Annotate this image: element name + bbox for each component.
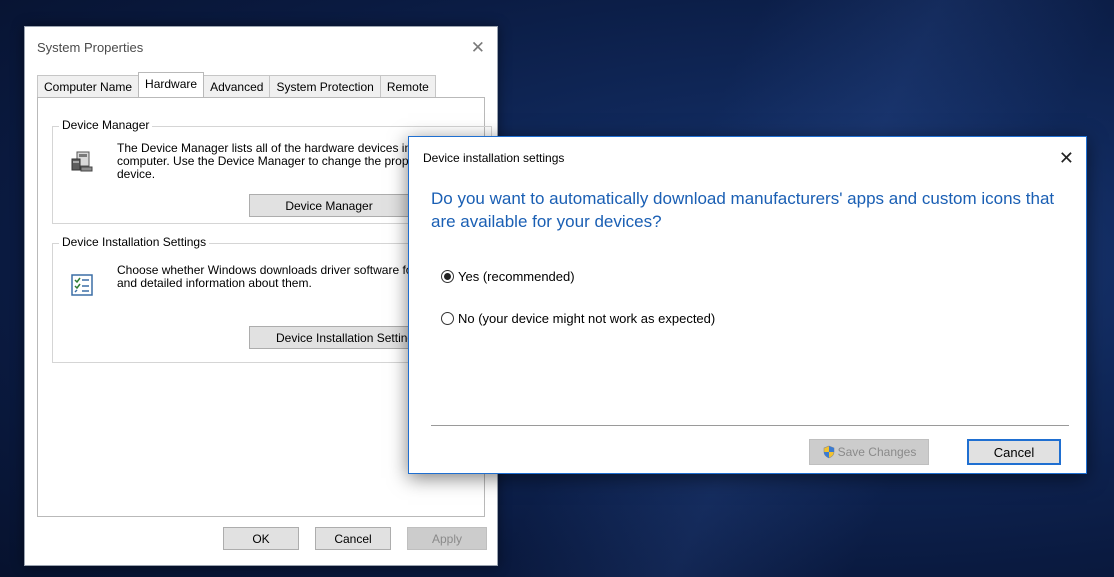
apply-button[interactable]: Apply	[407, 527, 487, 550]
group-heading: Device Installation Settings	[59, 235, 210, 249]
ok-button[interactable]: OK	[223, 527, 299, 550]
device-manager-icon	[71, 151, 93, 172]
save-changes-button[interactable]: Save Changes	[809, 439, 929, 465]
tab-computer-name[interactable]: Computer Name	[37, 75, 140, 98]
cancel-button[interactable]: Cancel	[315, 527, 391, 550]
device-installation-settings-dialog: Device installation settings ✕ Do you wa…	[408, 136, 1087, 474]
option-no[interactable]: No (your device might not work as expect…	[441, 311, 715, 326]
window-title: System Properties	[37, 39, 144, 55]
option-yes[interactable]: Yes (recommended)	[441, 269, 575, 284]
group-heading: Device Manager	[59, 118, 153, 132]
dialog-footer: Save Changes Cancel	[409, 435, 1086, 465]
uac-shield-icon	[823, 445, 834, 459]
separator	[431, 425, 1069, 426]
option-no-label[interactable]: No (your device might not work as expect…	[458, 311, 715, 326]
device-manager-button[interactable]: Device Manager	[249, 194, 409, 217]
close-icon[interactable]: ✕	[471, 39, 485, 56]
close-icon[interactable]: ✕	[1059, 149, 1074, 167]
radio-yes[interactable]	[441, 270, 454, 283]
option-yes-label[interactable]: Yes (recommended)	[458, 269, 575, 284]
dialog-cancel-button[interactable]: Cancel	[967, 439, 1061, 465]
tab-strip: Computer Name Hardware Advanced System P…	[37, 72, 436, 98]
dialog-titlebar[interactable]: Device installation settings ✕	[409, 137, 1086, 179]
save-changes-label: Save Changes	[837, 445, 917, 459]
radio-no[interactable]	[441, 312, 454, 325]
tab-system-protection[interactable]: System Protection	[269, 75, 381, 98]
tab-hardware[interactable]: Hardware	[138, 72, 205, 97]
system-properties-titlebar[interactable]: System Properties ✕	[25, 27, 497, 67]
tab-advanced[interactable]: Advanced	[203, 75, 271, 98]
question-text: Do you want to automatically download ma…	[431, 189, 1055, 231]
device-installation-settings-button[interactable]: Device Installation Settings	[249, 326, 409, 349]
checklist-icon	[71, 274, 93, 296]
dialog-title: Device installation settings	[423, 151, 565, 165]
dialog-button-bar: OK Cancel Apply	[25, 527, 497, 553]
tab-remote[interactable]: Remote	[379, 75, 436, 98]
